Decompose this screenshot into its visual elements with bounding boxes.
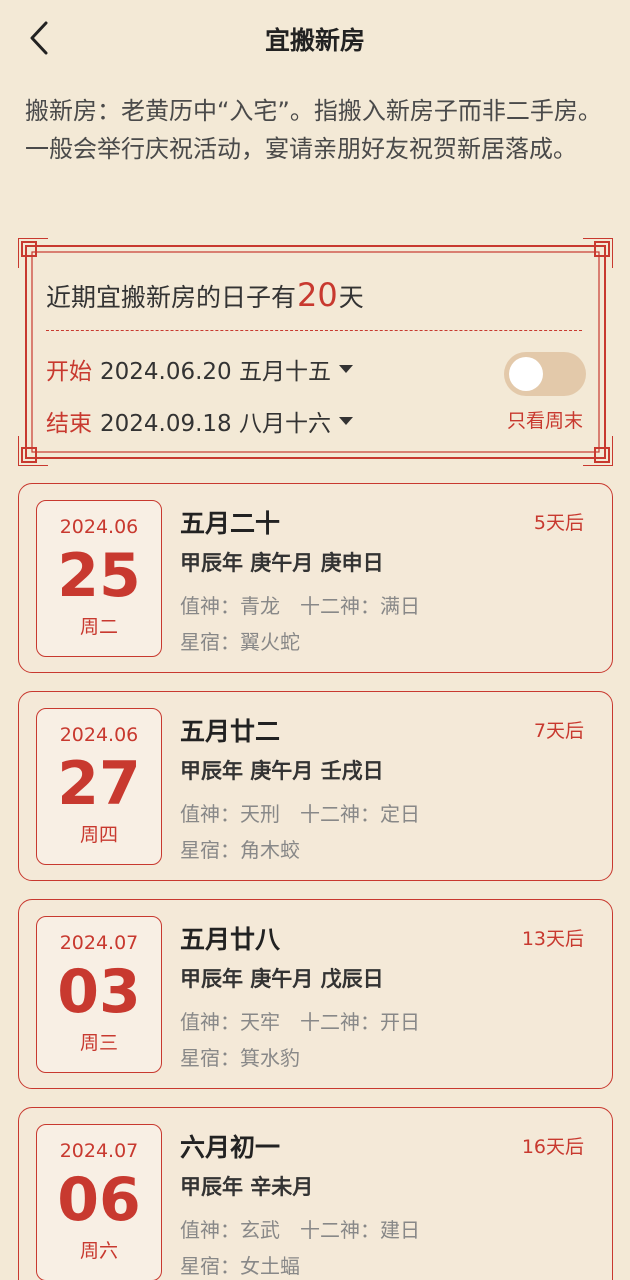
intro-text: 搬新房：老黄历中“入宅”。指搬入新房子而非二手房。一般会举行庆祝活动，宴请亲朋好… [25, 97, 602, 163]
back-button[interactable] [20, 18, 60, 58]
chevron-left-icon [30, 21, 48, 55]
lunar-date: 六月初一 [180, 1133, 281, 1162]
dashed-divider [46, 330, 582, 331]
date-weekday: 周三 [79, 1032, 118, 1054]
zhishen-text: 值神：天牢 十二神：开日 [180, 1010, 420, 1034]
weekend-only-label: 只看周末 [506, 410, 583, 432]
date-weekday: 周六 [79, 1240, 118, 1262]
summary-suffix: 天 [338, 283, 364, 312]
date-day: 27 [57, 749, 141, 819]
day-card[interactable]: 2024.06 25 周二 五月二十 甲辰年 庚午月 庚申日 值神：青龙 十二神… [18, 483, 613, 673]
date-day: 06 [57, 1165, 141, 1235]
date-box: 2024.07 03 周三 [36, 916, 162, 1073]
start-label: 开始 [46, 359, 92, 385]
weekend-only-toggle[interactable] [504, 352, 586, 396]
day-card[interactable]: 2024.07 06 周六 六月初一 甲辰年 辛未月 值神：玄武 十二神：建日 … [18, 1107, 613, 1280]
days-after: 16天后 [521, 1136, 584, 1158]
start-date-picker[interactable]: 开始 2024.06.20 五月十五 [46, 352, 353, 386]
xingxiu-text: 星宿：女土蝠 [180, 1254, 300, 1278]
date-box: 2024.06 27 周四 [36, 708, 162, 865]
date-day: 25 [57, 541, 141, 611]
xingxiu-text: 星宿：角木蛟 [180, 838, 300, 862]
page-title: 宜搬新房 [264, 26, 365, 55]
ganzhi-text: 甲辰年 庚午月 戊辰日 [180, 967, 384, 991]
day-card[interactable]: 2024.07 03 周三 五月廿八 甲辰年 庚午月 戊辰日 值神：天牢 十二神… [18, 899, 613, 1089]
days-after: 7天后 [533, 720, 584, 742]
summary-count: 20 [297, 276, 338, 314]
date-box: 2024.06 25 周二 [36, 500, 162, 657]
ganzhi-text: 甲辰年 庚午月 壬戌日 [180, 759, 384, 783]
lunar-date: 五月二十 [180, 509, 281, 538]
end-date-picker[interactable]: 结束 2024.09.18 八月十六 [46, 404, 353, 438]
date-day: 03 [57, 957, 141, 1027]
header-bar: 宜搬新房 [0, 0, 630, 78]
start-value: 2024.06.20 五月十五 [100, 359, 331, 385]
zhishen-text: 值神：青龙 十二神：满日 [180, 594, 420, 618]
caret-down-icon [339, 417, 353, 425]
end-label: 结束 [46, 411, 92, 437]
ganzhi-text: 甲辰年 辛未月 [180, 1175, 314, 1199]
zhishen-text: 值神：玄武 十二神：建日 [180, 1218, 420, 1242]
summary-prefix: 近期宜搬新房的日子有 [46, 283, 297, 312]
date-year-month: 2024.06 [59, 516, 139, 538]
summary-count-line: 近期宜搬新房的日子有 20 天 [46, 276, 364, 314]
xingxiu-text: 星宿：翼火蛇 [180, 630, 300, 654]
caret-down-icon [339, 365, 353, 373]
date-year-month: 2024.07 [59, 932, 139, 954]
xingxiu-text: 星宿：箕水豹 [180, 1046, 300, 1070]
days-after: 5天后 [533, 512, 584, 534]
date-year-month: 2024.07 [59, 1140, 139, 1162]
date-weekday: 周二 [79, 616, 118, 638]
date-year-month: 2024.06 [59, 724, 139, 746]
ganzhi-text: 甲辰年 庚午月 庚申日 [180, 551, 384, 575]
zhishen-text: 值神：天刑 十二神：定日 [180, 802, 420, 826]
day-card[interactable]: 2024.06 27 周四 五月廿二 甲辰年 庚午月 壬戌日 值神：天刑 十二神… [18, 691, 613, 881]
summary-panel: 近期宜搬新房的日子有 20 天 开始 2024.06.20 五月十五 结束 20… [18, 238, 613, 466]
days-after: 13天后 [521, 928, 584, 950]
lunar-date: 五月廿二 [180, 717, 281, 746]
date-box: 2024.07 06 周六 [36, 1124, 162, 1280]
toggle-knob [509, 357, 543, 391]
end-value: 2024.09.18 八月十六 [100, 411, 331, 437]
lunar-date: 五月廿八 [180, 925, 281, 954]
date-weekday: 周四 [79, 824, 118, 846]
